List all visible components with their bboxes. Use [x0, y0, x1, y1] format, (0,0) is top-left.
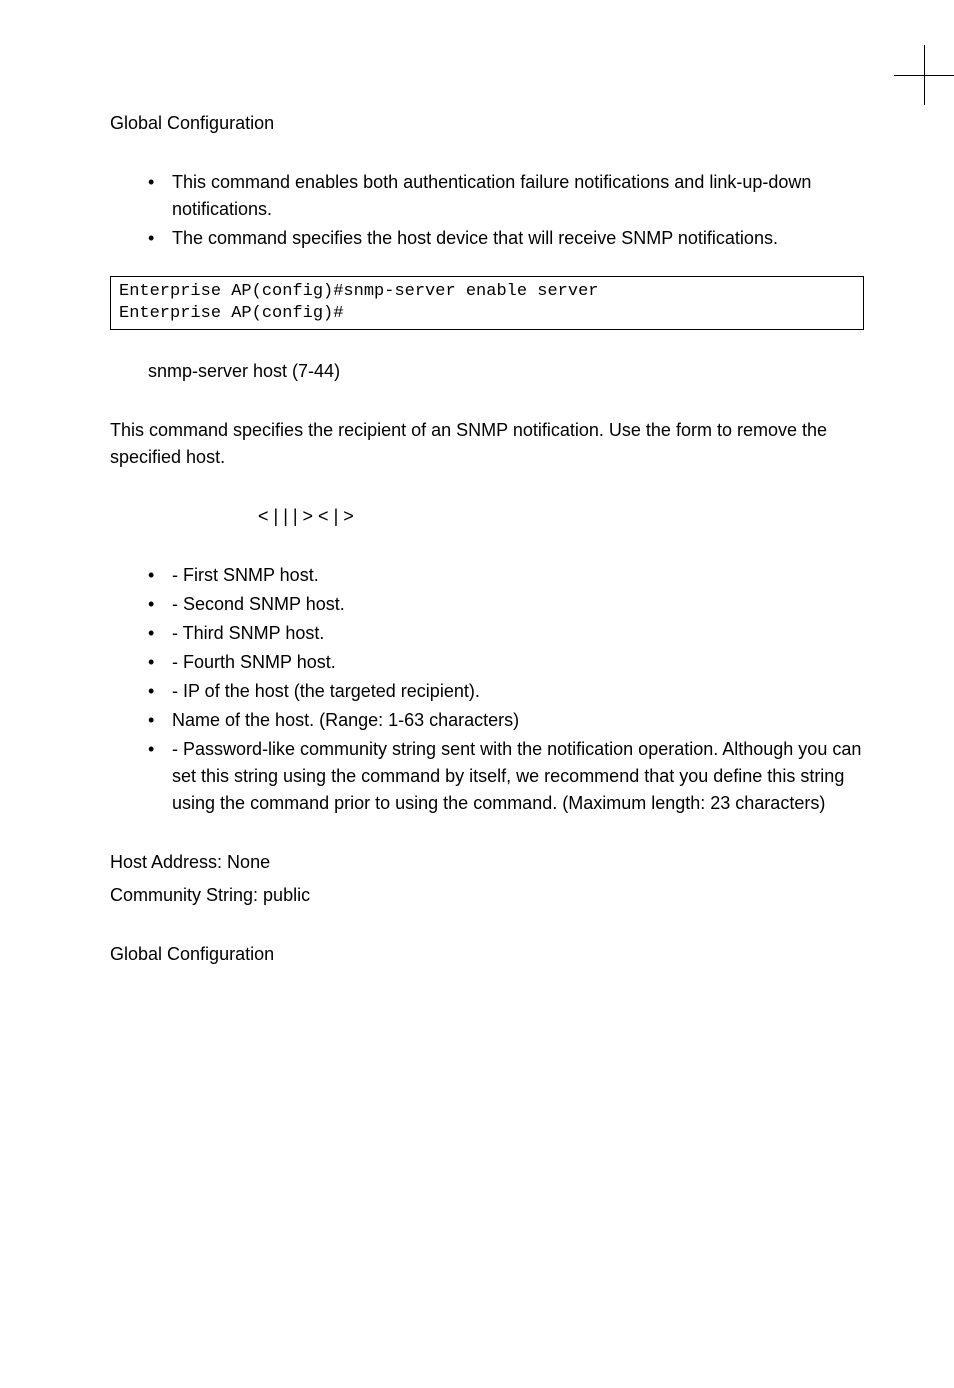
- description-text: This command specifies the recipient of …: [110, 417, 864, 471]
- param-6: Name of the host. (Range: 1-63 character…: [148, 707, 864, 734]
- syntax-section: < | | | > < | >: [110, 503, 864, 530]
- default-community: Community String: public: [110, 882, 864, 909]
- syntax-text: < | | | > < | >: [110, 503, 864, 530]
- description-section: This command specifies the recipient of …: [110, 417, 864, 471]
- default-host: Host Address: None: [110, 849, 864, 876]
- param-7-c: command prior to using the: [250, 793, 473, 813]
- related-commands-text: snmp-server host (7-44): [148, 358, 864, 385]
- command-mode-text-1: Global Configuration: [110, 110, 864, 137]
- command-mode-text-2: Global Configuration: [110, 941, 864, 968]
- param-1: - First SNMP host.: [148, 562, 864, 589]
- param-5: - IP of the host (the targeted recipient…: [148, 678, 864, 705]
- command-mode-section-2: Global Configuration: [110, 941, 864, 968]
- description-pre: This command specifies the recipient of …: [110, 420, 676, 440]
- notes-bullet-2-pre: The: [172, 228, 208, 248]
- param-3: - Third SNMP host.: [148, 620, 864, 647]
- notes-bullet-2: The command specifies the host device th…: [148, 225, 864, 252]
- notes-bullet-2-post: command specifies the host device that w…: [208, 228, 778, 248]
- notes-bullet-list: This command enables both authentication…: [110, 169, 864, 252]
- default-section: Host Address: None Community String: pub…: [110, 849, 864, 909]
- param-4: - Fourth SNMP host.: [148, 649, 864, 676]
- code-example-block: Enterprise AP(config)#snmp-server enable…: [110, 276, 864, 330]
- command-mode-section-1: Global Configuration: [110, 110, 864, 137]
- parameters-list: - First SNMP host. - Second SNMP host. -…: [110, 562, 864, 817]
- notes-section: This command enables both authentication…: [110, 169, 864, 252]
- crop-mark: [894, 45, 954, 105]
- param-7-d: command. (Maximum length: 23 characters): [473, 793, 825, 813]
- param-2: - Second SNMP host.: [148, 591, 864, 618]
- parameters-section: - First SNMP host. - Second SNMP host. -…: [110, 562, 864, 817]
- related-commands-section: snmp-server host (7-44): [110, 358, 864, 385]
- notes-bullet-1: This command enables both authentication…: [148, 169, 864, 223]
- param-7: - Password-like community string sent wi…: [148, 736, 864, 817]
